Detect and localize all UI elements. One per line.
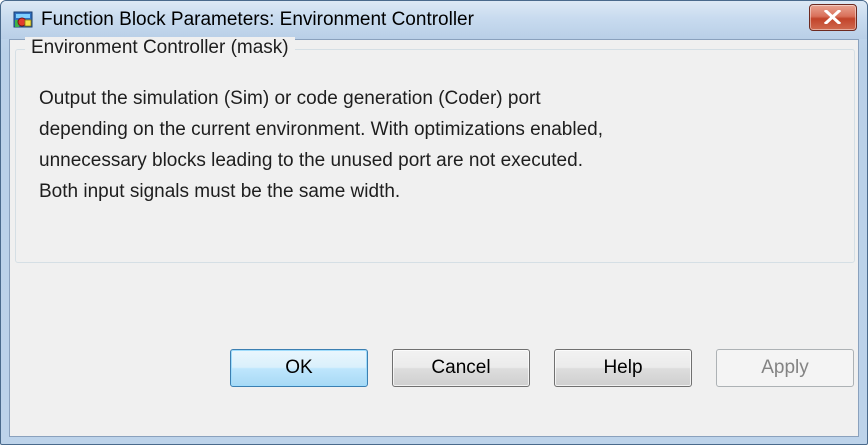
ok-button[interactable]: OK [230,349,368,387]
mask-description: Output the simulation (Sim) or code gene… [39,83,849,207]
description-line: Output the simulation (Sim) or code gene… [39,88,541,109]
cancel-button[interactable]: Cancel [392,349,530,387]
dialog-window: Function Block Parameters: Environment C… [0,0,868,445]
title-bar[interactable]: Function Block Parameters: Environment C… [1,1,867,39]
help-button[interactable]: Help [554,349,692,387]
description-line: depending on the current environment. Wi… [39,119,604,140]
apply-button[interactable]: Apply [716,349,854,387]
group-title: Environment Controller (mask) [25,37,295,59]
simulink-block-icon [13,11,33,28]
close-button[interactable] [809,4,857,31]
description-line: Both input signals must be the same widt… [39,181,401,202]
close-icon [824,10,841,24]
window-title: Function Block Parameters: Environment C… [41,9,474,30]
description-line: unnecessary blocks leading to the unused… [39,150,583,171]
